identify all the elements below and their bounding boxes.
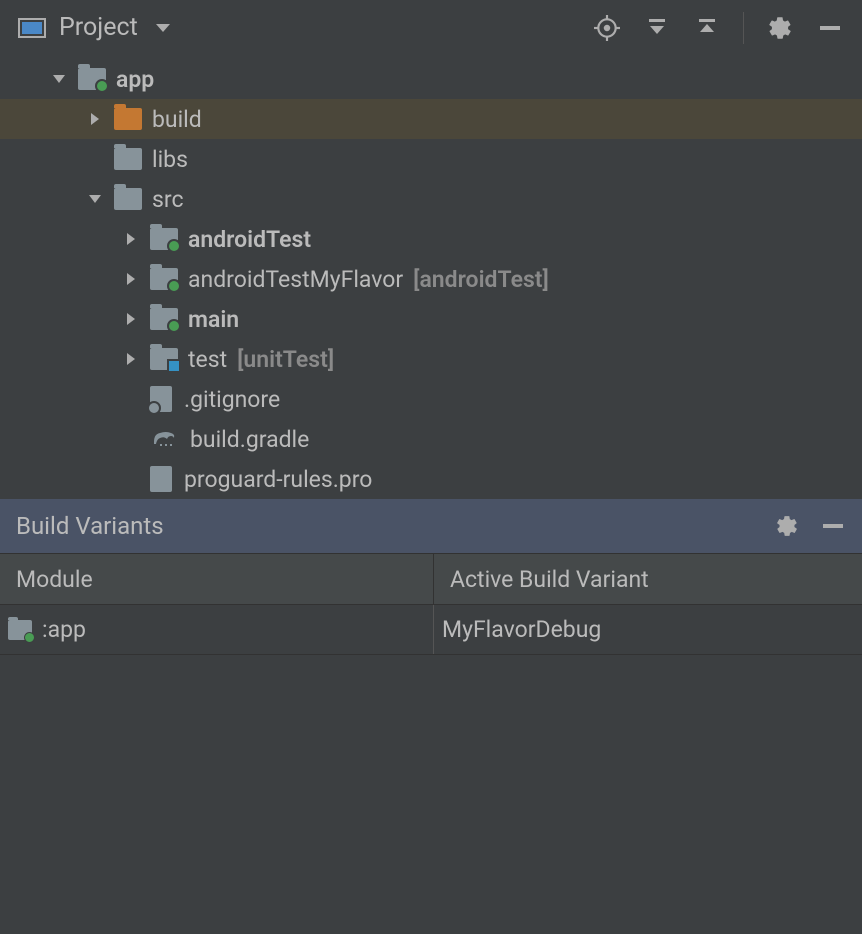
tree-item-androidtest[interactable]: androidTest bbox=[0, 219, 862, 259]
tree-label: src bbox=[152, 186, 184, 213]
chevron-spacer bbox=[122, 390, 140, 408]
source-folder-icon bbox=[150, 228, 178, 250]
tree-item-androidtestmyflavor[interactable]: androidTestMyFlavor [androidTest] bbox=[0, 259, 862, 299]
tree-item-libs[interactable]: libs bbox=[0, 139, 862, 179]
tree-item-proguard[interactable]: proguard-rules.pro bbox=[0, 459, 862, 499]
tree-label: proguard-rules.pro bbox=[184, 466, 372, 493]
column-active-variant: Active Build Variant bbox=[434, 554, 862, 604]
project-tree: app build libs src androidTest androidTe… bbox=[0, 55, 862, 499]
tree-item-gitignore[interactable]: .gitignore bbox=[0, 379, 862, 419]
project-icon bbox=[18, 18, 46, 38]
tree-label: build bbox=[152, 106, 202, 133]
tree-label: test bbox=[188, 346, 227, 373]
tree-label: libs bbox=[152, 146, 188, 173]
collapse-all-icon[interactable] bbox=[693, 14, 721, 42]
variants-table-row[interactable]: :app MyFlavorDebug bbox=[0, 605, 862, 655]
file-icon bbox=[150, 466, 172, 492]
file-icon bbox=[150, 386, 172, 412]
module-icon bbox=[8, 620, 32, 640]
project-view-dropdown-icon[interactable] bbox=[156, 24, 170, 32]
variants-table-header: Module Active Build Variant bbox=[0, 553, 862, 605]
chevron-right-icon[interactable] bbox=[122, 270, 140, 288]
tree-suffix: [androidTest] bbox=[413, 266, 549, 293]
tree-item-buildgradle[interactable]: build.gradle bbox=[0, 419, 862, 459]
chevron-right-icon[interactable] bbox=[122, 230, 140, 248]
folder-icon bbox=[114, 188, 142, 210]
chevron-spacer bbox=[122, 470, 140, 488]
tree-suffix: [unitTest] bbox=[237, 346, 334, 373]
chevron-right-icon[interactable] bbox=[86, 110, 104, 128]
source-folder-icon bbox=[150, 308, 178, 330]
gear-icon[interactable] bbox=[774, 513, 800, 539]
tree-item-test[interactable]: test [unitTest] bbox=[0, 339, 862, 379]
gradle-icon bbox=[150, 426, 178, 452]
empty-space bbox=[0, 655, 862, 934]
hide-icon[interactable] bbox=[816, 14, 844, 42]
tree-label: app bbox=[116, 66, 154, 93]
cell-variant[interactable]: MyFlavorDebug bbox=[434, 605, 862, 654]
column-module: Module bbox=[0, 554, 434, 604]
cell-module: :app bbox=[0, 605, 434, 654]
tree-item-src[interactable]: src bbox=[0, 179, 862, 219]
chevron-spacer bbox=[86, 150, 104, 168]
folder-icon bbox=[114, 108, 142, 130]
panel-title: Build Variants bbox=[16, 512, 164, 540]
chevron-right-icon[interactable] bbox=[122, 310, 140, 328]
tree-label: main bbox=[188, 306, 239, 333]
toolbar-divider bbox=[743, 12, 744, 44]
source-folder-icon bbox=[150, 268, 178, 290]
chevron-down-icon[interactable] bbox=[50, 70, 68, 88]
tree-item-app[interactable]: app bbox=[0, 59, 862, 99]
folder-icon bbox=[114, 148, 142, 170]
module-name: :app bbox=[42, 616, 86, 643]
tree-label: androidTest bbox=[188, 226, 311, 253]
tree-label: build.gradle bbox=[190, 426, 309, 453]
tree-item-build[interactable]: build bbox=[0, 99, 862, 139]
chevron-down-icon[interactable] bbox=[86, 190, 104, 208]
tree-label: androidTestMyFlavor bbox=[188, 266, 403, 293]
tree-item-main[interactable]: main bbox=[0, 299, 862, 339]
tree-label: .gitignore bbox=[184, 386, 280, 413]
project-toolbar: Project bbox=[0, 0, 862, 55]
test-folder-icon bbox=[150, 348, 178, 370]
chevron-spacer bbox=[122, 430, 140, 448]
expand-all-icon[interactable] bbox=[643, 14, 671, 42]
chevron-right-icon[interactable] bbox=[122, 350, 140, 368]
locate-icon[interactable] bbox=[593, 14, 621, 42]
module-folder-icon bbox=[78, 68, 106, 90]
variant-value: MyFlavorDebug bbox=[442, 616, 601, 643]
gear-icon[interactable] bbox=[766, 14, 794, 42]
toolbar-title: Project bbox=[59, 13, 138, 42]
hide-icon[interactable] bbox=[820, 513, 846, 539]
build-variants-header: Build Variants bbox=[0, 499, 862, 553]
